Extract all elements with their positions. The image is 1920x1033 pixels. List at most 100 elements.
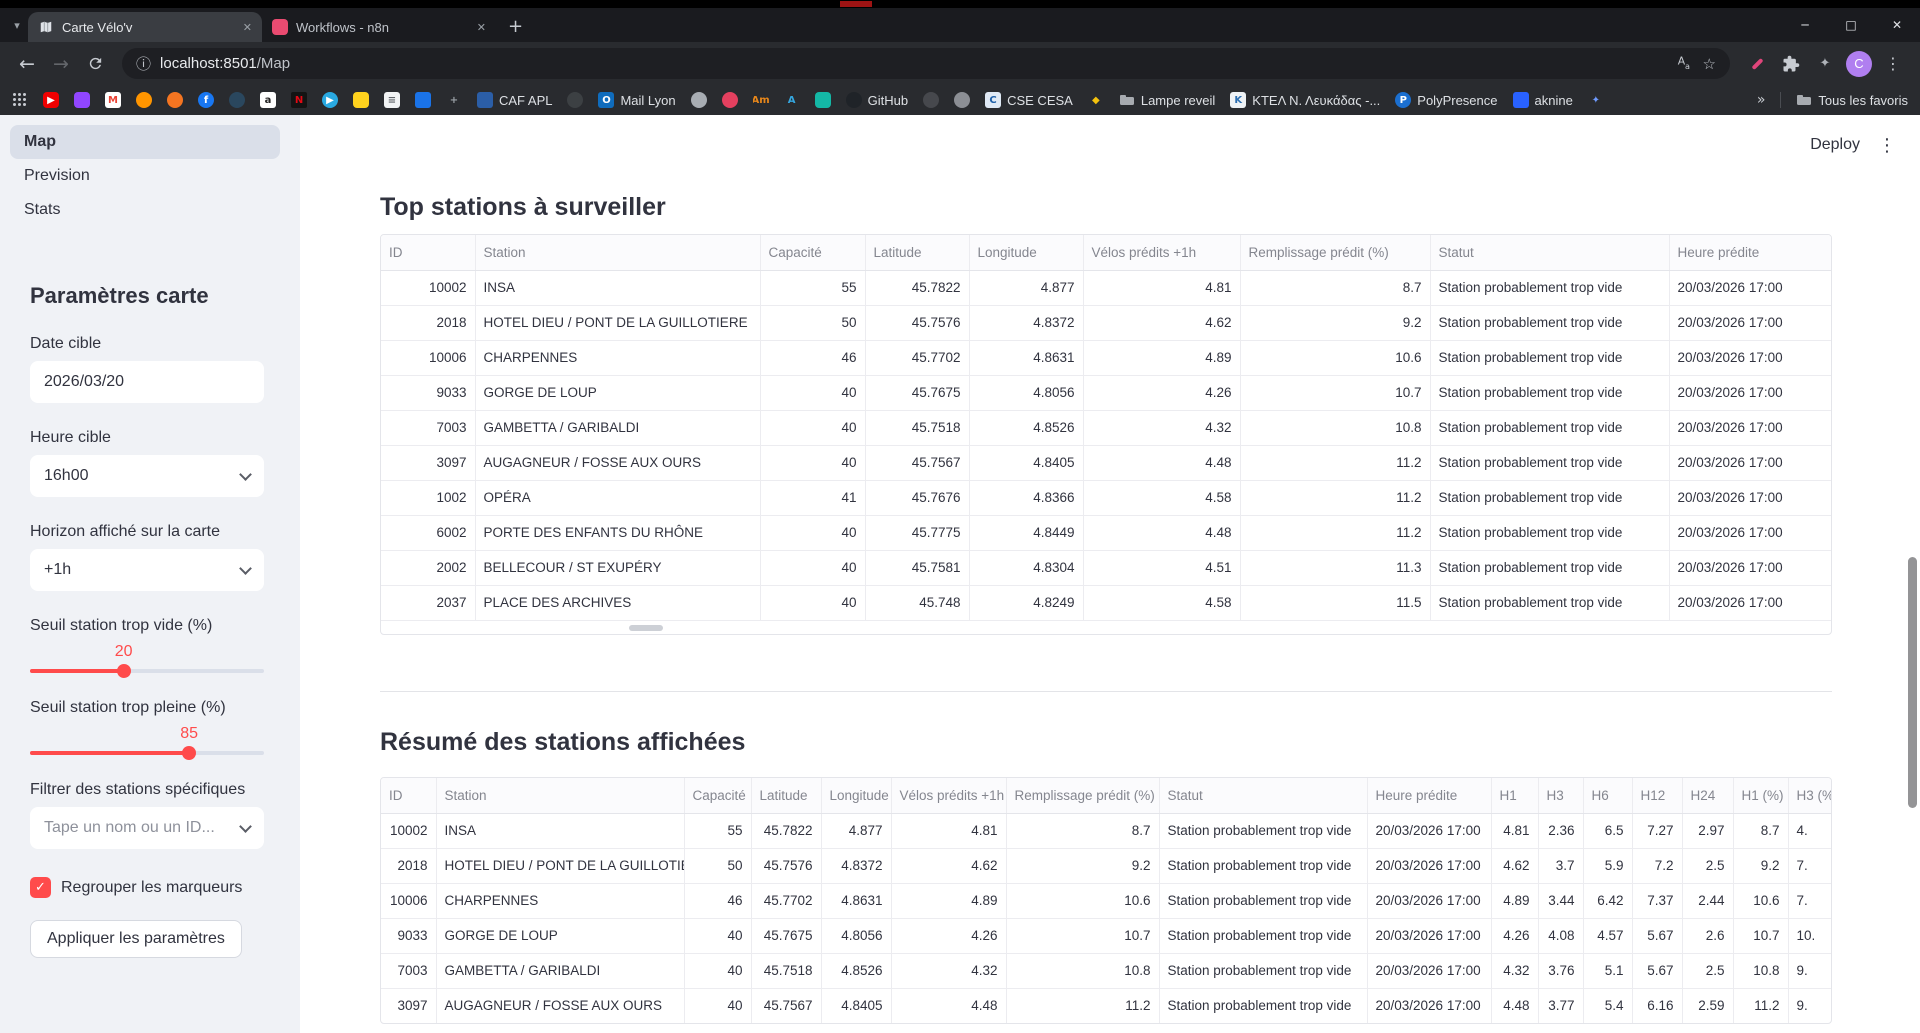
table-row[interactable]: 7003GAMBETTA / GARIBALDI4045.75184.85264… xyxy=(381,953,1832,988)
browser-menu-icon[interactable]: ⋮ xyxy=(1876,47,1910,81)
apply-settings-button[interactable]: Appliquer les paramètres xyxy=(30,920,242,958)
back-button[interactable]: ← xyxy=(10,47,44,81)
window-close-button[interactable]: ✕ xyxy=(1874,18,1920,32)
checkbox-checked-icon[interactable]: ✓ xyxy=(30,877,51,898)
bookmark-item-cse-cesa[interactable]: CCSE CESA xyxy=(985,92,1073,108)
reload-button[interactable] xyxy=(78,47,112,81)
slider-handle[interactable] xyxy=(117,664,131,678)
sidebar-item-prevision[interactable]: Prevision xyxy=(10,159,280,193)
bookmark-item[interactable] xyxy=(136,92,152,108)
cluster-checkbox-row[interactable]: ✓ Regrouper les marqueurs xyxy=(30,877,264,898)
table-row[interactable]: 2002BELLECOUR / ST EXUPÉRY4045.75814.830… xyxy=(381,550,1831,585)
bookmark-item[interactable]: ▶ xyxy=(43,92,59,108)
bookmark-item[interactable]: M xyxy=(105,92,121,108)
table-row[interactable]: 10002INSA5545.78224.8774.818.7Station pr… xyxy=(381,813,1832,848)
address-bar[interactable]: ⓘ localhost:8501/Map Aa ☆ xyxy=(122,48,1730,79)
column-header[interactable]: ID xyxy=(381,778,436,813)
table-row[interactable]: 2037PLACE DES ARCHIVES4045.7484.82494.58… xyxy=(381,585,1831,620)
bookmark-item[interactable]: ▶ xyxy=(322,92,338,108)
column-header[interactable]: Capacité xyxy=(760,235,865,270)
column-header[interactable]: Vélos prédits +1h xyxy=(1083,235,1240,270)
table-row[interactable]: 6002PORTE DES ENFANTS DU RHÔNE4045.77754… xyxy=(381,515,1831,550)
table-row[interactable]: 3097AUGAGNEUR / FOSSE AUX OURS4045.75674… xyxy=(381,445,1831,480)
column-header[interactable]: Vélos prédits +1h xyxy=(891,778,1006,813)
bookmark-item[interactable]: ≡ xyxy=(384,92,400,108)
maximize-button[interactable]: □ xyxy=(1828,18,1874,32)
bookmark-item[interactable] xyxy=(815,92,831,108)
table-row[interactable]: 2018HOTEL DIEU / PONT DE LA GUILLOTIERE5… xyxy=(381,305,1831,340)
bookmark-item[interactable]: ✦ xyxy=(1588,92,1604,108)
bookmark-item[interactable] xyxy=(229,92,245,108)
slider-handle[interactable] xyxy=(182,746,196,760)
sidebar-item-stats[interactable]: Stats xyxy=(10,193,280,227)
bookmark-item[interactable] xyxy=(167,92,183,108)
table-row[interactable]: 10006CHARPENNES4645.77024.86314.8910.6St… xyxy=(381,883,1832,918)
bookmark-item[interactable]: a xyxy=(260,92,276,108)
bookmark-item-github[interactable]: GitHub xyxy=(846,92,908,108)
bookmark-item[interactable] xyxy=(353,92,369,108)
profile-avatar[interactable]: C xyxy=(1846,51,1872,77)
bookmark-item[interactable] xyxy=(954,92,970,108)
column-header[interactable]: Heure prédite xyxy=(1669,235,1831,270)
translate-icon[interactable]: Aa xyxy=(1676,53,1694,75)
extension-star-icon[interactable]: ✦ xyxy=(1808,47,1842,81)
table-row[interactable]: 3097AUGAGNEUR / FOSSE AUX OURS4045.75674… xyxy=(381,988,1832,1023)
bookmarks-overflow-chevron[interactable]: » xyxy=(1757,92,1766,108)
bookmark-star-icon[interactable]: ☆ xyxy=(1703,55,1716,73)
new-tab-button[interactable]: + xyxy=(508,16,523,37)
column-header[interactable]: Longitude xyxy=(969,235,1083,270)
pen-extension-icon[interactable] xyxy=(1740,47,1774,81)
column-header[interactable]: H1 xyxy=(1491,778,1538,813)
bookmark-item-[interactable]: KΚΤΕΛ Ν. Λευκάδας -... xyxy=(1230,92,1380,108)
column-header[interactable]: Capacité xyxy=(684,778,751,813)
bookmark-item[interactable] xyxy=(691,92,707,108)
column-header[interactable]: Remplissage prédit (%) xyxy=(1240,235,1430,270)
time-select[interactable]: 16h00 xyxy=(30,455,264,497)
page-scrollbar[interactable] xyxy=(1908,557,1917,808)
bookmark-item[interactable]: ◆ xyxy=(1088,92,1104,108)
column-header[interactable]: Longitude xyxy=(821,778,891,813)
extensions-puzzle-icon[interactable] xyxy=(1774,47,1808,81)
bookmark-item[interactable] xyxy=(74,92,90,108)
bookmark-item-aknine[interactable]: aknine xyxy=(1513,92,1573,108)
bookmark-item[interactable]: + xyxy=(446,92,462,108)
bookmark-item[interactable] xyxy=(12,92,28,108)
column-header[interactable]: Station xyxy=(436,778,684,813)
column-header[interactable]: H1 (%) xyxy=(1733,778,1788,813)
tab-n8n[interactable]: Workflows - n8n ✕ xyxy=(262,12,496,42)
site-info-icon[interactable]: ⓘ xyxy=(136,53,151,74)
bookmark-item[interactable] xyxy=(722,92,738,108)
horizon-select[interactable]: +1h xyxy=(30,549,264,591)
column-header[interactable]: H6 xyxy=(1583,778,1632,813)
bookmark-item[interactable]: f xyxy=(198,92,214,108)
column-header[interactable]: ID xyxy=(381,235,475,270)
column-header[interactable]: Latitude xyxy=(751,778,821,813)
table-row[interactable]: 7003GAMBETTA / GARIBALDI4045.75184.85264… xyxy=(381,410,1831,445)
column-header[interactable]: Statut xyxy=(1430,235,1669,270)
table-row[interactable]: 2018HOTEL DIEU / PONT DE LA GUILLOTIERE5… xyxy=(381,848,1832,883)
column-header[interactable]: H12 xyxy=(1632,778,1682,813)
column-header[interactable]: Remplissage prédit (%) xyxy=(1006,778,1159,813)
forward-button[interactable]: → xyxy=(44,47,78,81)
deploy-button[interactable]: Deploy xyxy=(1810,136,1860,154)
column-header[interactable]: Station xyxy=(475,235,760,270)
column-header[interactable]: Latitude xyxy=(865,235,969,270)
table-row[interactable]: 1002OPÉRA4145.76764.83664.5811.2Station … xyxy=(381,480,1831,515)
date-input[interactable]: 2026/03/20 xyxy=(30,361,264,403)
tab-close-icon[interactable]: ✕ xyxy=(243,21,252,34)
table-row[interactable]: 10002INSA5545.78224.8774.818.7Station pr… xyxy=(381,270,1831,305)
filter-multiselect[interactable]: Tape un nom ou un ID... xyxy=(30,807,264,849)
bookmark-item[interactable]: Am xyxy=(753,92,769,108)
bookmark-item[interactable]: A xyxy=(784,92,800,108)
table-row[interactable]: 10006CHARPENNES4645.77024.86314.8910.6St… xyxy=(381,340,1831,375)
column-header[interactable]: H3 (% xyxy=(1788,778,1832,813)
column-header[interactable]: Statut xyxy=(1159,778,1367,813)
table-hscroll-thumb[interactable] xyxy=(629,625,663,631)
slider-track[interactable] xyxy=(30,669,264,673)
bookmark-item[interactable] xyxy=(567,92,583,108)
tab-search-icon[interactable]: ▾ xyxy=(6,19,28,32)
tab-carte-velov[interactable]: Carte Vélo'v ✕ xyxy=(28,12,262,42)
bookmark-item[interactable] xyxy=(415,92,431,108)
bookmark-item[interactable] xyxy=(923,92,939,108)
column-header[interactable]: H24 xyxy=(1682,778,1733,813)
